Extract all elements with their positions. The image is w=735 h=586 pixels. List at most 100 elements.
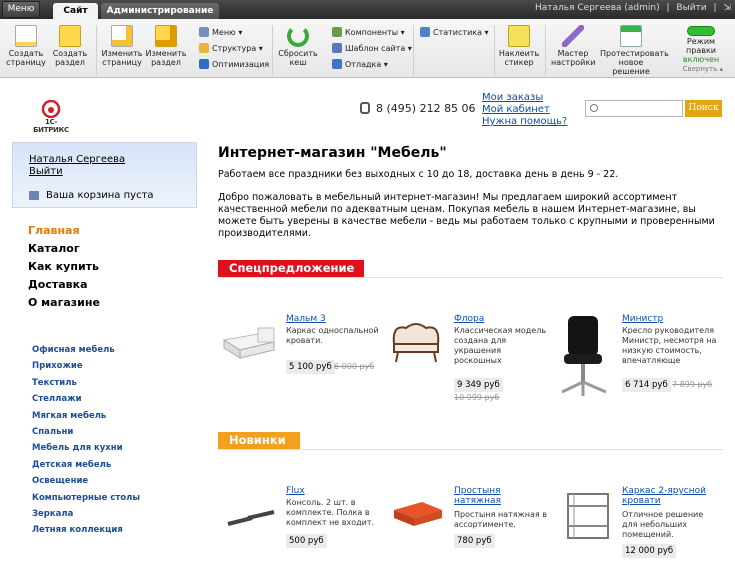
site-template-dropdown[interactable]: Шаблон сайта ▾ <box>332 43 412 53</box>
help-link[interactable]: Нужна помощь? <box>482 116 567 128</box>
toolbar-separator <box>96 25 97 75</box>
console-image[interactable] <box>218 486 280 546</box>
product-name-link[interactable]: Flux <box>286 486 381 496</box>
bunk-bed-image[interactable] <box>554 486 616 546</box>
product-card: Флора Классическая модель создана для ук… <box>386 314 551 414</box>
admin-toolbar: Создать страницу Создать раздел Изменить… <box>0 19 735 78</box>
category-item[interactable]: Мягкая мебель <box>32 408 140 424</box>
product-price: 780 руб <box>454 534 495 548</box>
cart-icon <box>29 191 39 200</box>
nav-item-how-to-buy[interactable]: Как купить <box>28 258 100 276</box>
new-folder-icon <box>59 25 81 47</box>
product-description: Классическая модель создана для украшени… <box>454 326 547 368</box>
test-solution-label: Протестировать новое решение <box>600 49 669 76</box>
bitrix-logo-icon <box>40 99 62 119</box>
logo-text: 1С-БИТРИКС <box>33 118 69 134</box>
create-section-button[interactable]: Создать раздел <box>48 25 92 67</box>
components-icon <box>332 27 342 37</box>
edit-mode-toggle[interactable]: Режим правки включен <box>673 26 729 64</box>
category-item[interactable]: Офисная мебель <box>32 342 140 358</box>
search-input[interactable] <box>585 100 683 117</box>
new-products-header: Новинки <box>218 432 723 450</box>
sticker-icon <box>508 25 530 47</box>
product-old-price: 6 000 руб <box>334 362 375 371</box>
sofa-image[interactable] <box>386 314 448 374</box>
tab-administration[interactable]: Администрирование <box>101 3 219 20</box>
category-item[interactable]: Стеллажи <box>32 391 140 407</box>
category-item[interactable]: Освещение <box>32 473 140 489</box>
structure-dropdown[interactable]: Структура ▾ <box>199 43 263 53</box>
product-price: 9 349 руб <box>454 378 503 392</box>
product-card: Простыня натяжная Простыня натяжная в ас… <box>386 486 551 586</box>
phone-icon <box>360 102 370 114</box>
category-item[interactable]: Летняя коллекция <box>32 522 140 538</box>
category-item[interactable]: Компьютерные столы <box>32 490 140 506</box>
user-name-link[interactable]: Наталья Сергеева <box>29 154 125 165</box>
phone-number: 8 (495) 212 85 06 <box>360 102 476 115</box>
special-offers-title: Спецпредложение <box>218 260 364 277</box>
toolbar-separator <box>494 25 495 75</box>
category-item[interactable]: Детская мебель <box>32 457 140 473</box>
nav-item-about[interactable]: О магазине <box>28 294 100 312</box>
test-window-icon <box>620 25 642 47</box>
structure-icon <box>199 43 209 53</box>
nav-item-delivery[interactable]: Доставка <box>28 276 100 294</box>
product-price: 5 100 руб <box>286 360 335 374</box>
bedsheet-image[interactable] <box>386 486 448 546</box>
seo-button[interactable]: Оптимизация <box>199 59 269 69</box>
reset-cache-button[interactable]: Сбросить кеш <box>276 25 320 67</box>
product-card: Министр Кресло руководителя Министр, нес… <box>554 314 719 414</box>
product-price: 12 000 руб <box>622 544 677 558</box>
my-orders-link[interactable]: Мои заказы <box>482 92 567 104</box>
divider: | <box>666 3 670 13</box>
main-nav: Главная Каталог Как купить Доставка О ма… <box>28 222 100 312</box>
notice-text: Работаем все праздники без выходных с 10… <box>218 169 619 180</box>
tab-site[interactable]: Сайт <box>53 3 98 20</box>
divider: | <box>713 3 717 13</box>
menu-icon <box>199 27 209 37</box>
menu-dropdown[interactable]: Меню ▾ <box>199 27 242 37</box>
category-item[interactable]: Мебель для кухни <box>32 440 140 456</box>
product-card: Flux Консоль. 2 шт. в комплекте. Полка в… <box>218 486 383 586</box>
wizard-button[interactable]: Мастер настройки <box>551 25 595 67</box>
product-name-link[interactable]: Министр <box>622 314 717 324</box>
sticker-button[interactable]: Наклеить стикер <box>497 25 541 67</box>
statistics-dropdown[interactable]: Статистика ▾ <box>420 27 489 37</box>
office-chair-image[interactable] <box>554 314 616 404</box>
bed-image[interactable] <box>218 314 280 374</box>
site-logo[interactable]: 1С-БИТРИКС <box>28 99 74 134</box>
edit-page-icon <box>111 25 133 47</box>
edit-page-label: Изменить страницу <box>101 49 143 67</box>
create-page-button[interactable]: Создать страницу <box>4 25 48 67</box>
category-item[interactable]: Прихожие <box>32 358 140 374</box>
product-name-link[interactable]: Простыня натяжная <box>454 486 549 506</box>
logout-link[interactable]: Выйти <box>29 166 63 177</box>
product-old-price: 10 999 руб <box>454 393 500 402</box>
product-name-link[interactable]: Мальм 3 <box>286 314 381 324</box>
edit-section-button[interactable]: Изменить раздел <box>144 25 188 67</box>
template-icon <box>332 43 342 53</box>
nav-item-home[interactable]: Главная <box>28 222 100 240</box>
product-name-link[interactable]: Флора <box>454 314 549 324</box>
category-item[interactable]: Спальни <box>32 424 140 440</box>
cart-status[interactable]: Ваша корзина пуста <box>46 190 154 201</box>
search-button[interactable]: Поиск <box>685 100 722 117</box>
collapse-toolbar-link[interactable]: Свернуть ▴ <box>683 65 723 73</box>
edit-page-button[interactable]: Изменить страницу <box>100 25 144 67</box>
category-item[interactable]: Текстиль <box>32 375 140 391</box>
pin-icon[interactable]: ⇲ <box>723 3 731 13</box>
debug-dropdown[interactable]: Отладка ▾ <box>332 59 388 69</box>
test-solution-button[interactable]: Протестировать новое решение <box>600 25 669 76</box>
admin-logout-link[interactable]: Выйти <box>676 3 706 13</box>
my-account-link[interactable]: Мой кабинет <box>482 104 567 116</box>
category-item[interactable]: Зеркала <box>32 506 140 522</box>
components-dropdown[interactable]: Компоненты ▾ <box>332 27 405 37</box>
edit-section-label: Изменить раздел <box>145 49 187 67</box>
welcome-text: Добро пожаловать в мебельный интернет-ма… <box>218 192 715 239</box>
edit-mode-label: Режим правки <box>686 37 716 55</box>
admin-menu-button[interactable]: Меню <box>2 1 40 18</box>
special-offers-header: Спецпредложение <box>218 260 723 278</box>
product-name-link[interactable]: Каркас 2-ярусной кровати <box>622 486 717 506</box>
nav-item-catalog[interactable]: Каталог <box>28 240 100 258</box>
admin-user-name[interactable]: Наталья Сергеева (admin) <box>535 3 660 13</box>
